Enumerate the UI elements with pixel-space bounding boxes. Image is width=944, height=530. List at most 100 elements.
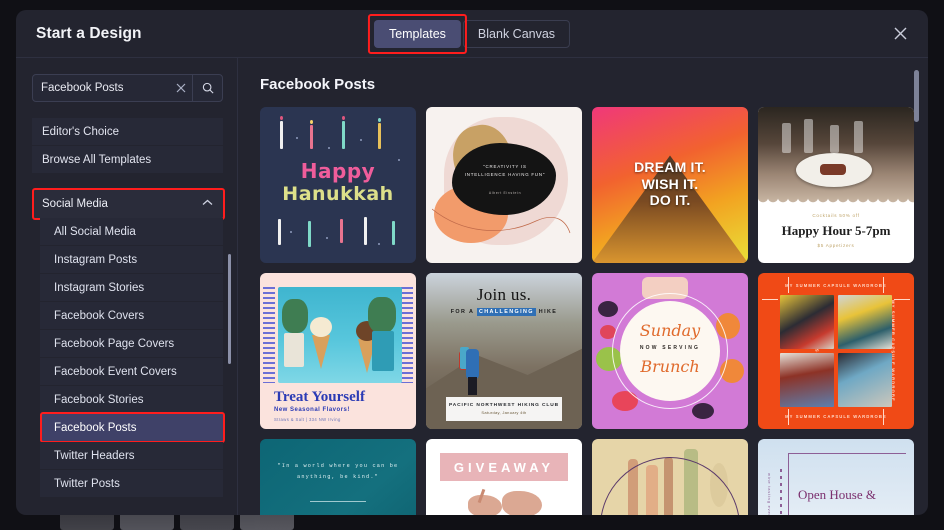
- candle-icon: [392, 221, 395, 245]
- close-icon[interactable]: [888, 22, 912, 46]
- berry-shape: [598, 301, 618, 317]
- search-box[interactable]: Facebook Posts: [32, 74, 223, 102]
- sidebar: Facebook Posts Editor's Choice Browse Al…: [16, 58, 238, 515]
- sparkle-dot: [296, 137, 298, 139]
- sparkle-dot: [326, 237, 328, 239]
- be-kind-quote: "In a world where you can be anything, b…: [276, 461, 400, 483]
- dialog-header: Start a Design Templates Blank Canvas: [16, 10, 928, 58]
- template-card-blue-jay[interactable]: BLUE JAY BAR & PUB: [592, 439, 748, 515]
- foliage-shape: [282, 299, 308, 333]
- sidebar-item-instagram-posts[interactable]: Instagram Posts: [40, 246, 223, 274]
- giveaway-photo: [446, 489, 562, 515]
- template-art-happy-hour: Cocktails 50% off Happy Hour 5-7pm $5 Ap…: [758, 107, 914, 263]
- sidebar-top-list: Editor's Choice Browse All Templates: [32, 118, 223, 174]
- flame-icon: [342, 116, 345, 120]
- hanukkah-title-line2: Hanukkah: [260, 183, 416, 205]
- template-card-sunday-brunch[interactable]: Sunday NOW SERVING Brunch: [592, 273, 748, 429]
- candle-icon: [278, 219, 281, 245]
- sidebar-item-twitter-headers[interactable]: Twitter Headers: [40, 442, 223, 470]
- dream-line-3: DO IT.: [592, 192, 748, 209]
- hiker-legs-shape: [468, 377, 477, 395]
- sparkle-dot: [328, 147, 330, 149]
- hand-shape: [502, 491, 542, 515]
- wine-glass-shape: [782, 123, 791, 153]
- template-card-giveaway[interactable]: GIVEAWAY: [426, 439, 582, 515]
- sidebar-item-facebook-stories[interactable]: Facebook Stories: [40, 386, 223, 414]
- chevron-up-icon: [202, 199, 213, 209]
- template-card-happy-hour[interactable]: Cocktails 50% off Happy Hour 5-7pm $5 Ap…: [758, 107, 914, 263]
- giveaway-band: GIVEAWAY: [440, 453, 568, 481]
- dashed-bar: [780, 469, 782, 515]
- template-card-dream-it[interactable]: DREAM IT. WISH IT. DO IT.: [592, 107, 748, 263]
- sidebar-item-browse-all-templates[interactable]: Browse All Templates: [32, 146, 223, 174]
- search-input[interactable]: Facebook Posts: [33, 75, 170, 101]
- template-card-hanukkah[interactable]: Happy Hanukkah: [260, 107, 416, 263]
- candle-icon: [364, 217, 367, 245]
- happy-hour-footer: $5 Appetizers: [758, 243, 914, 248]
- sidebar-item-facebook-posts[interactable]: Facebook Posts: [40, 414, 223, 442]
- gallery-scrollbar[interactable]: [914, 70, 919, 122]
- corner-tick: [894, 299, 910, 300]
- template-gallery: Facebook Posts Happy Hanukkah: [238, 58, 928, 515]
- template-art-be-kind: "In a world where you can be anything, b…: [260, 439, 416, 515]
- sidebar-item-twitter-posts[interactable]: Twitter Posts: [40, 470, 223, 498]
- flame-icon: [310, 120, 313, 124]
- sidebar-item-editors-choice[interactable]: Editor's Choice: [32, 118, 223, 146]
- zigzag-pattern: [401, 287, 413, 383]
- berry-shape: [692, 403, 714, 419]
- sidebar-group-social-media[interactable]: Social Media: [32, 190, 223, 218]
- join-us-sub-highlight: CHALLENGING: [477, 308, 536, 316]
- template-card-be-kind[interactable]: "In a world where you can be anything, b…: [260, 439, 416, 515]
- hiker-shape: [466, 349, 479, 379]
- join-us-date: Saturday, January 4th: [481, 410, 526, 415]
- candle-icon: [280, 121, 283, 149]
- treat-yourself-title: Treat Yourself: [274, 389, 365, 406]
- sidebar-item-facebook-covers[interactable]: Facebook Covers: [40, 302, 223, 330]
- restaurant-photo: [758, 107, 914, 203]
- template-card-capsule-wardrobe[interactable]: MY SUMMER CAPSULE WARDROBE MY SUMMER CAP…: [758, 273, 914, 429]
- wine-glass-shape: [854, 121, 863, 153]
- template-grid: Happy Hanukkah: [260, 107, 928, 515]
- sparkle-dot: [378, 243, 380, 245]
- flame-icon: [378, 118, 381, 122]
- tab-blank-canvas[interactable]: Blank Canvas: [463, 20, 570, 48]
- sidebar-item-facebook-event-covers[interactable]: Facebook Event Covers: [40, 358, 223, 386]
- template-art-hanukkah: Happy Hanukkah: [260, 107, 416, 263]
- template-card-creativity-quote[interactable]: "CREATIVITY IS INTELLIGENCE HAVING FUN" …: [426, 107, 582, 263]
- candle-icon: [342, 121, 345, 149]
- flame-icon: [280, 116, 283, 120]
- template-card-open-house[interactable]: wine tasting event Open House & Wine Tas…: [758, 439, 914, 515]
- sidebar-item-facebook-posts-label: Facebook Posts: [54, 422, 136, 434]
- search-icon[interactable]: [192, 75, 222, 101]
- quote-text: "CREATIVITY IS INTELLIGENCE HAVING FUN": [462, 163, 548, 180]
- dream-it-text: DREAM IT. WISH IT. DO IT.: [592, 159, 748, 209]
- join-us-info-card: PACIFIC NORTHWEST HIKING CLUB Saturday, …: [446, 397, 562, 421]
- sidebar-item-all-social-media[interactable]: All Social Media: [40, 218, 223, 246]
- hanukkah-title-line1: Happy: [260, 159, 416, 183]
- sidebar-item-facebook-page-covers[interactable]: Facebook Page Covers: [40, 330, 223, 358]
- sidebar-scrollbar[interactable]: [228, 254, 231, 364]
- tab-templates-wrapper: Templates: [374, 20, 461, 48]
- capsule-photo: [838, 353, 892, 407]
- vase-shape: [372, 331, 394, 371]
- dream-line-2: WISH IT.: [592, 176, 748, 193]
- template-art-giveaway: GIVEAWAY: [426, 439, 582, 515]
- tab-bar: Templates Blank Canvas: [374, 20, 570, 48]
- food-shape: [820, 164, 846, 175]
- brunch-ring: [612, 293, 728, 409]
- template-art-capsule-wardrobe: MY SUMMER CAPSULE WARDROBE MY SUMMER CAP…: [758, 273, 914, 429]
- template-card-join-us[interactable]: Join us. FOR A CHALLENGING HIKE PACIFIC …: [426, 273, 582, 429]
- template-card-treat-yourself[interactable]: Treat Yourself New Seasonal Flavors! Str…: [260, 273, 416, 429]
- clear-search-icon[interactable]: [170, 75, 192, 101]
- sidebar-item-instagram-stories[interactable]: Instagram Stories: [40, 274, 223, 302]
- candle-icon: [308, 221, 311, 247]
- join-us-sub-post: HIKE: [536, 309, 557, 315]
- zigzag-pattern: [263, 287, 275, 383]
- corner-tick: [762, 299, 778, 300]
- capsule-photo: [780, 295, 834, 349]
- brunch-middle-text: NOW SERVING: [620, 345, 720, 351]
- capsule-photo-grid: [780, 295, 892, 407]
- candle-icon: [378, 123, 381, 149]
- sparkle-dot: [360, 139, 362, 141]
- tab-templates[interactable]: Templates: [374, 20, 461, 48]
